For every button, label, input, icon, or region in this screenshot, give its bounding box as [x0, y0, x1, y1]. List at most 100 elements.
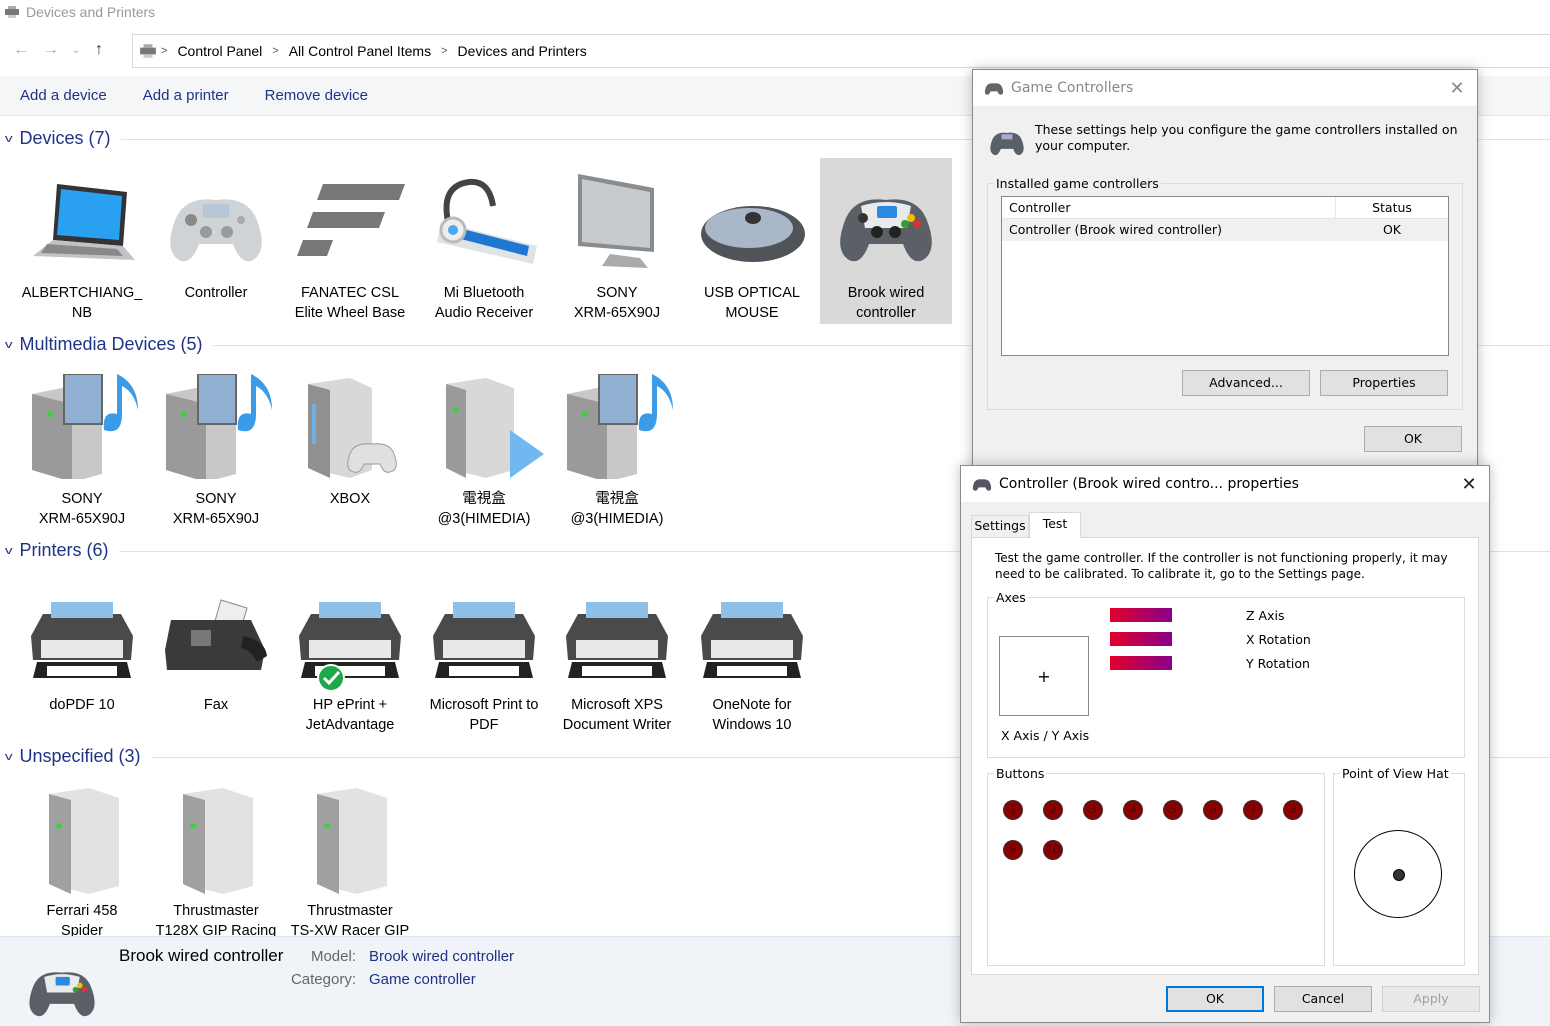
breadcrumb-separator-icon: >	[161, 45, 168, 57]
tab-settings[interactable]: Settings	[971, 515, 1029, 537]
address-bar[interactable]: > Control Panel > All Control Panel Item…	[132, 34, 1550, 68]
unspecified-item[interactable]: Ferrari 458 Spider	[16, 786, 148, 941]
printer-icon	[433, 602, 535, 678]
chevron-down-icon: v	[4, 544, 13, 557]
printer-item[interactable]: Microsoft XPS Document Writer	[551, 580, 683, 735]
printer-item-default[interactable]: HP ePrint + JetAdvantage	[284, 580, 416, 735]
multimedia-item[interactable]: 電視盒 @3(HIMEDIA)	[551, 373, 683, 529]
apply-button[interactable]: Apply	[1382, 986, 1480, 1012]
controller-button-led: 3	[1083, 800, 1103, 820]
forward-arrow-icon[interactable]: →	[36, 41, 66, 59]
chevron-down-icon: v	[4, 132, 13, 145]
z-axis-label: Z Axis	[1246, 608, 1285, 623]
back-arrow-icon[interactable]: ←	[6, 41, 36, 59]
gamepad-icon	[840, 199, 932, 262]
ok-button[interactable]: OK	[1364, 426, 1462, 452]
multimedia-item[interactable]: SONY XRM-65X90J	[150, 373, 282, 529]
x-rotation-bar	[1110, 632, 1172, 646]
cancel-button[interactable]: Cancel	[1274, 986, 1372, 1012]
chevron-down-icon: v	[4, 338, 13, 351]
y-rotation-label: Y Rotation	[1246, 656, 1310, 671]
column-header-controller[interactable]: Controller	[1002, 197, 1336, 218]
breadcrumb-devices-printers[interactable]: Devices and Printers	[458, 43, 587, 59]
game-controllers-titlebar: Game Controllers	[973, 70, 1477, 106]
controller-button-led: 7	[1243, 800, 1263, 820]
xbox-icon	[308, 378, 397, 478]
window-title: Devices and Printers	[26, 4, 156, 20]
tower-icon	[183, 788, 253, 894]
controller-button-led: 2	[1043, 800, 1063, 820]
add-printer-button[interactable]: Add a printer	[143, 87, 229, 104]
ok-button[interactable]: OK	[1166, 986, 1264, 1012]
test-tab-panel: Test the game controller. If the control…	[971, 537, 1479, 975]
mouse-icon	[701, 206, 805, 262]
printer-default-icon	[299, 602, 401, 692]
xy-axis-crosshair: +	[999, 636, 1089, 716]
z-axis-bar	[1110, 608, 1172, 622]
list-header: Controller Status	[1002, 197, 1448, 219]
gamepad-icon	[170, 199, 262, 262]
breadcrumb-all-items[interactable]: All Control Panel Items	[289, 43, 431, 59]
device-item[interactable]: SONY XRM-65X90J	[551, 168, 683, 323]
printer-icon	[31, 602, 133, 678]
device-item[interactable]: Mi Bluetooth Audio Receiver	[418, 168, 550, 323]
printer-icon	[701, 602, 803, 678]
monitor-icon	[578, 174, 654, 268]
printer-item[interactable]: doPDF 10	[16, 580, 148, 715]
controller-button-led: 10	[1043, 840, 1063, 860]
device-item[interactable]: Controller	[150, 168, 282, 303]
close-icon[interactable]: ✕	[1459, 474, 1479, 495]
properties-button[interactable]: Properties	[1320, 370, 1448, 396]
printer-item[interactable]: Microsoft Print to PDF	[418, 580, 550, 735]
column-header-status[interactable]: Status	[1336, 197, 1448, 218]
printer-item[interactable]: OneNote for Windows 10	[686, 580, 818, 735]
chevron-down-icon: v	[4, 750, 13, 763]
unspecified-item[interactable]: Thrustmaster TS-XW Racer GIP	[284, 786, 416, 941]
laptop-icon	[33, 184, 135, 260]
controller-button-led: 1	[1003, 800, 1023, 820]
devices-printers-icon	[5, 6, 19, 18]
media-server-icon	[567, 373, 673, 482]
add-device-button[interactable]: Add a device	[20, 87, 107, 104]
device-item[interactable]: USB OPTICAL MOUSE	[686, 168, 818, 323]
breadcrumb-control-panel[interactable]: Control Panel	[177, 43, 262, 59]
controller-button-led: 8	[1283, 800, 1303, 820]
controllers-list[interactable]: Controller Status Controller (Brook wire…	[1001, 196, 1449, 356]
details-model-label: Model:	[310, 948, 356, 965]
media-server-icon	[166, 373, 272, 482]
controller-properties-dialog: Controller (Brook wired contro... proper…	[960, 465, 1490, 1023]
recent-locations-chevron-icon[interactable]: ⌄	[66, 45, 86, 56]
game-controllers-intro: These settings help you configure the ga…	[1035, 122, 1458, 153]
printer-item[interactable]: Fax	[150, 580, 282, 715]
device-item[interactable]: FANATEC CSL Elite Wheel Base	[284, 168, 416, 323]
gamepad-icon	[29, 972, 95, 1017]
multimedia-item[interactable]: 電視盒 @3(HIMEDIA)	[418, 374, 550, 529]
gamepad-icon	[990, 132, 1024, 156]
y-rotation-bar	[1110, 656, 1172, 670]
pov-hat-circle	[1354, 830, 1442, 918]
multimedia-item[interactable]: XBOX	[284, 374, 416, 509]
printer-icon	[566, 602, 668, 678]
close-icon[interactable]: ✕	[1447, 78, 1467, 99]
gamepad-icon	[984, 83, 1004, 95]
buttons-group: Buttons	[987, 766, 1325, 966]
multimedia-item[interactable]: SONY XRM-65X90J	[16, 373, 148, 529]
fax-icon	[165, 599, 267, 670]
media-server-icon	[32, 373, 138, 482]
device-item[interactable]: ALBERTCHIANG_ NB	[16, 168, 148, 323]
device-item-selected[interactable]: Brook wired controller	[820, 158, 952, 324]
tab-test[interactable]: Test	[1029, 512, 1081, 538]
table-row[interactable]: Controller (Brook wired controller) OK	[1002, 219, 1448, 241]
details-category-value: Game controller	[369, 971, 476, 988]
xy-axis-label: X Axis / Y Axis	[1001, 728, 1090, 743]
advanced-button[interactable]: Advanced...	[1182, 370, 1310, 396]
navigation-bar: ← → ⌄ ↑ > Control Panel > All Control Pa…	[0, 30, 1550, 70]
media-play-icon	[446, 378, 544, 478]
pov-hat-indicator	[1393, 869, 1405, 881]
unspecified-item[interactable]: Thrustmaster T128X GIP Racing	[150, 786, 282, 941]
up-arrow-icon[interactable]: ↑	[86, 41, 112, 59]
gamepad-icon	[972, 479, 992, 491]
control-panel-icon	[140, 44, 156, 58]
properties-titlebar: Controller (Brook wired contro... proper…	[961, 466, 1489, 502]
remove-device-button[interactable]: Remove device	[265, 87, 368, 104]
